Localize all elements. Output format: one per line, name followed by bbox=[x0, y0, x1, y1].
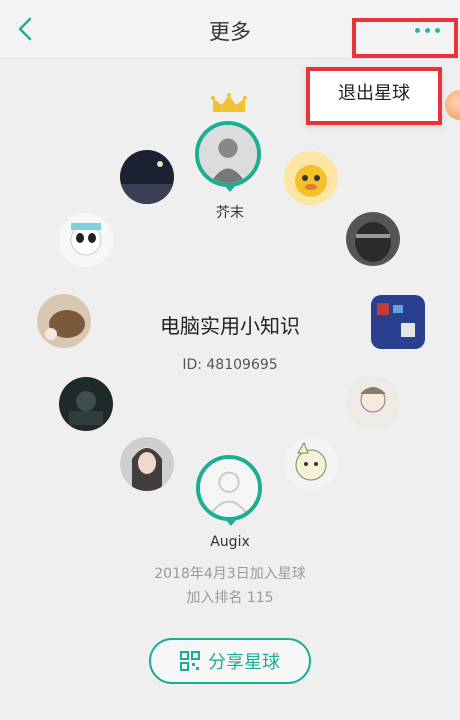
user-placeholder-icon bbox=[200, 459, 258, 517]
member-avatar[interactable] bbox=[59, 213, 113, 267]
owner-avatar[interactable] bbox=[195, 121, 261, 187]
crown-icon bbox=[211, 93, 247, 112]
qr-code-icon bbox=[180, 651, 200, 671]
member-avatar[interactable] bbox=[284, 151, 338, 205]
member-avatar[interactable] bbox=[346, 376, 400, 430]
member-avatar[interactable] bbox=[59, 377, 113, 431]
member-avatar[interactable] bbox=[346, 212, 400, 266]
owner-avatar-image bbox=[199, 125, 257, 183]
planet-id: ID: 48109695 bbox=[182, 357, 278, 373]
owner-pointer bbox=[224, 185, 236, 192]
planet-name: 电脑实用小知识 bbox=[160, 314, 300, 338]
share-planet-label: 分享星球 bbox=[208, 652, 280, 673]
share-planet-button[interactable]: 分享星球 bbox=[149, 638, 311, 684]
more-button[interactable] bbox=[352, 18, 458, 58]
my-name: Augix bbox=[210, 534, 250, 550]
floating-edge-icon[interactable] bbox=[445, 90, 460, 120]
menu-item-leave-planet[interactable]: 退出星球 bbox=[310, 79, 438, 105]
my-pointer bbox=[225, 519, 237, 526]
member-avatar[interactable] bbox=[284, 437, 338, 491]
more-dots-icon bbox=[415, 28, 440, 33]
member-avatar[interactable] bbox=[120, 150, 174, 204]
join-date: 2018年4月3日加入星球 bbox=[154, 566, 306, 582]
more-menu: 退出星球 bbox=[306, 67, 442, 125]
join-rank: 加入排名 115 bbox=[186, 590, 274, 606]
owner-name: 芥末 bbox=[216, 205, 244, 221]
top-bar: 更多 bbox=[0, 0, 460, 59]
member-avatar[interactable] bbox=[120, 437, 174, 491]
my-avatar[interactable] bbox=[196, 455, 262, 521]
